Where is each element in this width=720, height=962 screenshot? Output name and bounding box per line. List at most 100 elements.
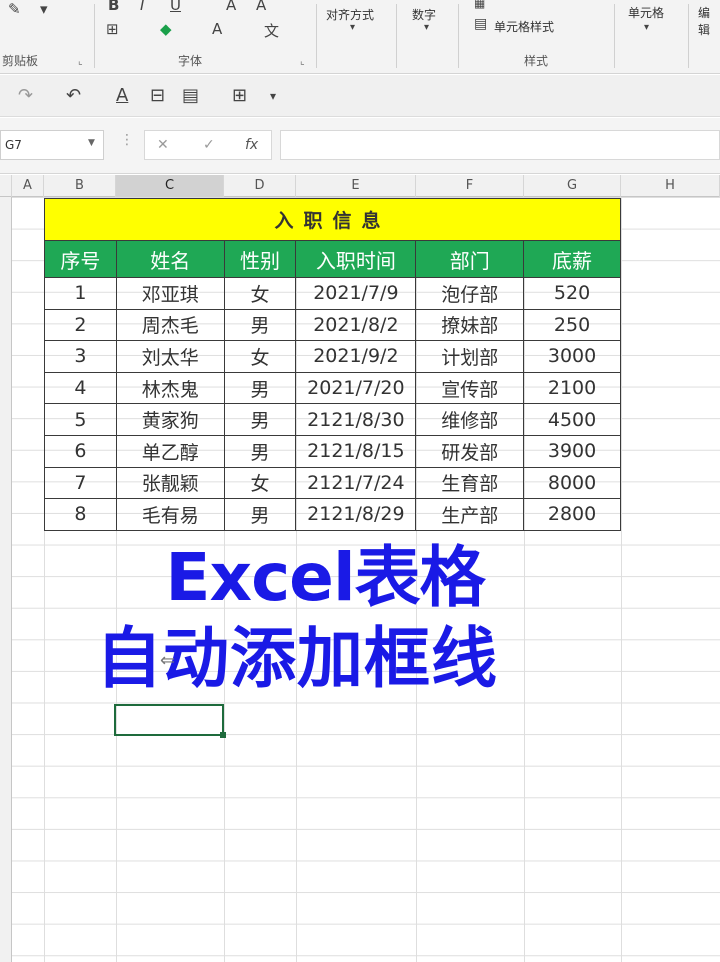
merge-quick-icon[interactable]: ⊞ <box>232 85 247 106</box>
name-box-dropdown-icon[interactable]: ▼ <box>88 138 95 148</box>
format-quick-icon[interactable]: ▤ <box>182 85 199 106</box>
header-cell-index[interactable]: 序号 <box>44 240 117 278</box>
cell-name[interactable]: 邓亚琪 <box>115 277 225 310</box>
cell-salary[interactable]: 520 <box>523 277 621 310</box>
cells-button-label[interactable]: 单元格 <box>628 4 664 21</box>
cell-name[interactable]: 周杰毛 <box>115 308 225 342</box>
bold-icon[interactable]: B <box>108 0 119 14</box>
table-row: 2 周杰毛 男 2021/8/2 撩妹部 250 <box>44 308 621 342</box>
cell-index[interactable]: 3 <box>44 340 117 373</box>
cell-department[interactable]: 维修部 <box>415 403 525 436</box>
cell-salary[interactable]: 250 <box>523 308 621 342</box>
cell-department[interactable]: 生育部 <box>415 466 525 500</box>
cell-hire-date[interactable]: 2121/7/24 <box>295 466 417 500</box>
cell-styles-icon[interactable]: ▤ <box>474 16 487 32</box>
cancel-icon[interactable]: ✕ <box>157 137 169 153</box>
cells-dropdown-icon[interactable]: ▾ <box>644 22 649 33</box>
fill-handle[interactable] <box>220 732 226 738</box>
border-icon[interactable]: ⊞ <box>106 20 119 38</box>
cell-gender[interactable]: 女 <box>223 340 297 373</box>
align-dropdown-icon[interactable]: ▾ <box>350 22 355 33</box>
cell-name[interactable]: 张靓颖 <box>115 466 225 500</box>
cell-department[interactable]: 撩妹部 <box>415 308 525 342</box>
font-color-quick-icon[interactable]: A <box>116 85 128 106</box>
select-all-corner[interactable] <box>0 175 12 197</box>
header-cell-gender[interactable]: 性别 <box>223 240 297 278</box>
editing-button-label[interactable]: 编辑 <box>698 4 720 38</box>
undo-icon[interactable]: ↶ <box>66 85 81 106</box>
cell-gender[interactable]: 男 <box>223 371 297 405</box>
fill-color-icon[interactable]: ◆ <box>160 20 172 38</box>
cell-index[interactable]: 1 <box>44 277 117 310</box>
formula-input[interactable] <box>280 130 720 160</box>
phonetic-icon[interactable]: 文 <box>264 20 279 41</box>
table-row: 3 刘太华 女 2021/9/2 计划部 3000 <box>44 340 621 373</box>
header-cell-hire-date[interactable]: 入职时间 <box>295 240 417 278</box>
cell-salary[interactable]: 4500 <box>523 403 621 436</box>
cell-index[interactable]: 2 <box>44 308 117 342</box>
column-header-g[interactable]: G <box>524 175 621 197</box>
cell-hire-date[interactable]: 2021/7/20 <box>295 371 417 405</box>
conditional-format-icon[interactable]: ▦ <box>474 0 485 10</box>
column-header-d[interactable]: D <box>224 175 296 197</box>
cell-salary[interactable]: 8000 <box>523 466 621 500</box>
column-header-a[interactable]: A <box>12 175 44 197</box>
cell-hire-date[interactable]: 2121/8/30 <box>295 403 417 436</box>
cell-hire-date[interactable]: 2021/9/2 <box>295 340 417 373</box>
cell-hire-date[interactable]: 2021/7/9 <box>295 277 417 310</box>
cell-name[interactable]: 黄家狗 <box>115 403 225 436</box>
format-painter-icon[interactable]: ✎ <box>8 0 21 18</box>
header-cell-salary[interactable]: 底薪 <box>523 240 621 278</box>
ribbon-separator <box>458 4 459 68</box>
insert-function-icon[interactable]: fx <box>245 137 258 153</box>
cell-index[interactable]: 5 <box>44 403 117 436</box>
column-header-b[interactable]: B <box>44 175 116 197</box>
cell-department[interactable]: 泡仔部 <box>415 277 525 310</box>
cell-index[interactable]: 7 <box>44 466 117 500</box>
cell-hire-date[interactable]: 2121/8/15 <box>295 434 417 468</box>
font-launcher-icon[interactable]: ⌞ <box>300 56 305 67</box>
cell-name[interactable]: 单乙醇 <box>115 434 225 468</box>
customize-quick-icon[interactable]: ▾ <box>270 89 276 103</box>
active-cell-selection[interactable] <box>114 704 224 736</box>
column-header-e[interactable]: E <box>296 175 416 197</box>
align-button-label[interactable]: 对齐方式 <box>326 6 374 23</box>
cell-salary[interactable]: 3900 <box>523 434 621 468</box>
cell-department[interactable]: 研发部 <box>415 434 525 468</box>
table-title[interactable]: 入职信息 <box>44 198 621 241</box>
paste-icon[interactable]: ▾ <box>40 0 48 18</box>
enter-icon[interactable]: ✓ <box>203 137 215 153</box>
cell-hire-date[interactable]: 2021/8/2 <box>295 308 417 342</box>
italic-icon[interactable]: I <box>140 0 144 14</box>
column-header-h[interactable]: H <box>621 175 720 197</box>
column-header-f[interactable]: F <box>416 175 524 197</box>
cell-index[interactable]: 6 <box>44 434 117 468</box>
cell-index[interactable]: 4 <box>44 371 117 405</box>
cell-name[interactable]: 林杰鬼 <box>115 371 225 405</box>
data-table[interactable]: 入职信息 序号 姓名 性别 入职时间 部门 底薪 1 邓亚琪 女 2021/7/… <box>44 198 621 531</box>
number-dropdown-icon[interactable]: ▾ <box>424 22 429 33</box>
clipboard-launcher-icon[interactable]: ⌞ <box>78 56 83 67</box>
font-grow-icon[interactable]: A <box>226 0 236 14</box>
border-quick-icon[interactable]: ⊟ <box>150 85 165 106</box>
cell-gender[interactable]: 女 <box>223 466 297 500</box>
cell-salary[interactable]: 3000 <box>523 340 621 373</box>
column-header-c[interactable]: C <box>116 175 224 197</box>
cell-gender[interactable]: 男 <box>223 403 297 436</box>
cell-salary[interactable]: 2100 <box>523 371 621 405</box>
redo-icon[interactable]: ↷ <box>18 85 33 106</box>
cell-name[interactable]: 刘太华 <box>115 340 225 373</box>
cell-styles-button[interactable]: 单元格样式 <box>494 18 554 35</box>
cell-gender[interactable]: 男 <box>223 434 297 468</box>
splitter-icon[interactable]: ⋮ <box>120 132 134 148</box>
underline-icon[interactable]: U <box>170 0 181 14</box>
font-shrink-icon[interactable]: A <box>256 0 266 14</box>
header-cell-department[interactable]: 部门 <box>415 240 525 278</box>
number-button-label[interactable]: 数字 <box>412 6 436 23</box>
header-cell-name[interactable]: 姓名 <box>115 240 225 278</box>
cell-department[interactable]: 计划部 <box>415 340 525 373</box>
cell-department[interactable]: 宣传部 <box>415 371 525 405</box>
font-color-icon[interactable]: A <box>212 20 222 38</box>
cell-gender[interactable]: 男 <box>223 308 297 342</box>
cell-gender[interactable]: 女 <box>223 277 297 310</box>
